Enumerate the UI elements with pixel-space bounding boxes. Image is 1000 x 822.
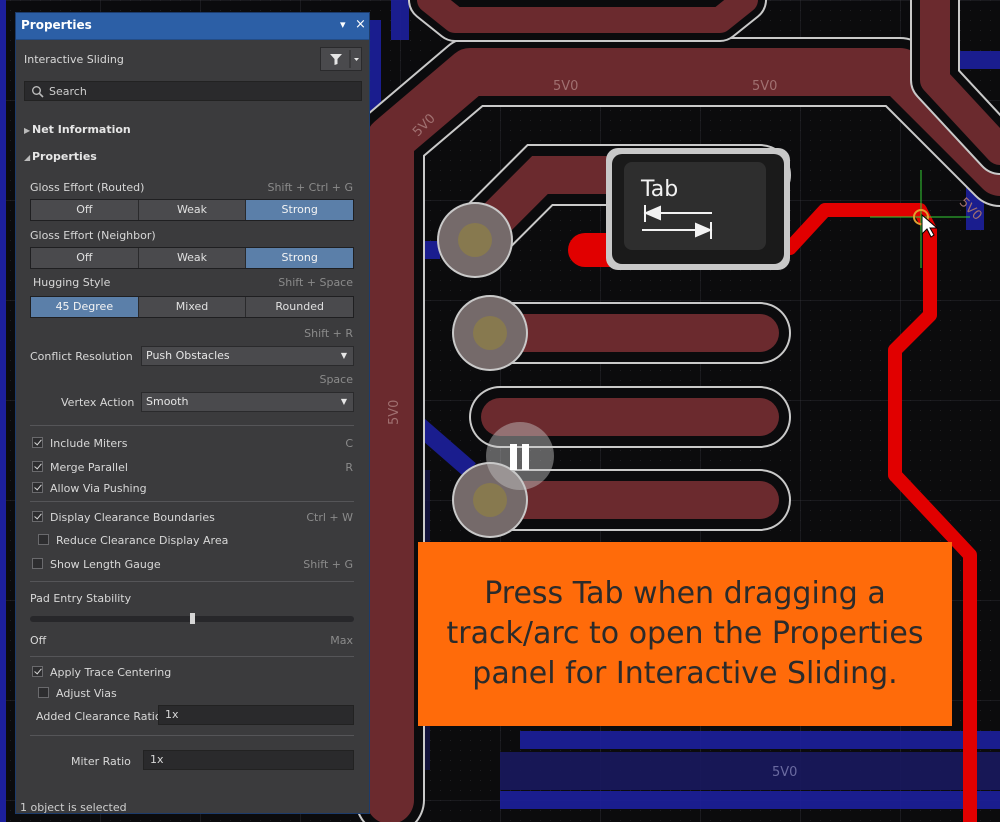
hugging-style-selector: 45 Degree Mixed Rounded xyxy=(30,296,354,318)
display-clearance-shortcut: Ctrl + W xyxy=(306,511,353,524)
miter-ratio-label: Miter Ratio xyxy=(71,755,131,768)
gloss-routed-selector: Off Weak Strong xyxy=(30,199,354,221)
status-bar: 1 object is selected xyxy=(20,801,127,814)
close-icon[interactable]: × xyxy=(355,17,366,32)
apply-trace-centering-checkbox[interactable] xyxy=(32,666,43,677)
expand-arrow-icon: ▶ xyxy=(24,126,31,135)
pad-entry-slider[interactable] xyxy=(30,613,354,624)
vertex-action-dropdown[interactable]: Smooth ▼ xyxy=(141,392,354,412)
net-label: 5V0 xyxy=(772,765,797,780)
tab-key-label: Tab xyxy=(640,177,678,202)
properties-panel: Properties ▾ × Interactive Sliding ▶Net … xyxy=(15,12,370,814)
section-label: Properties xyxy=(32,150,97,163)
added-clearance-input[interactable]: 1x xyxy=(158,705,354,725)
show-length-gauge-checkbox[interactable] xyxy=(32,558,43,569)
display-clearance-label: Display Clearance Boundaries xyxy=(50,511,215,524)
merge-parallel-shortcut: R xyxy=(345,461,353,474)
show-length-gauge-shortcut: Shift + G xyxy=(303,558,353,571)
net-label: 5V0 xyxy=(387,400,402,425)
include-miters-label: Include Miters xyxy=(50,437,128,450)
reduce-clearance-label: Reduce Clearance Display Area xyxy=(56,534,229,547)
net-label: 5V0 xyxy=(752,79,777,94)
search-input[interactable] xyxy=(49,84,349,98)
show-length-gauge-label: Show Length Gauge xyxy=(50,558,161,571)
section-label: Net Information xyxy=(32,123,131,136)
search-box[interactable] xyxy=(24,81,362,101)
bottom-layer-region xyxy=(500,752,1000,790)
callout-text: Press Tab when dragging a track/arc to o… xyxy=(446,576,924,691)
allow-via-pushing-label: Allow Via Pushing xyxy=(50,482,147,495)
include-miters-checkbox[interactable] xyxy=(32,437,43,448)
gloss-routed-weak[interactable]: Weak xyxy=(138,200,247,220)
allow-via-pushing-checkbox[interactable] xyxy=(32,482,43,493)
panel-titlebar[interactable]: Properties ▾ × xyxy=(16,13,369,40)
gloss-neighbor-label: Gloss Effort (Neighbor) xyxy=(30,229,156,242)
net-label: 5V0 xyxy=(553,79,578,94)
hugging-style-label: Hugging Style xyxy=(33,276,111,289)
gloss-routed-label: Gloss Effort (Routed) xyxy=(30,181,145,194)
pad-entry-label: Pad Entry Stability xyxy=(30,592,132,605)
dropdown-arrow-icon: ▼ xyxy=(340,351,347,360)
section-properties[interactable]: ◢ Properties xyxy=(24,150,97,163)
filter-button[interactable] xyxy=(320,47,362,71)
gloss-routed-strong[interactable]: Strong xyxy=(246,200,354,220)
vertex-shortcut: Space xyxy=(319,373,353,386)
gloss-neighbor-off[interactable]: Off xyxy=(31,248,139,268)
divider xyxy=(30,581,354,582)
include-miters-shortcut: C xyxy=(345,437,353,450)
divider xyxy=(30,735,354,736)
chevron-down-icon xyxy=(354,58,359,61)
collapse-arrow-icon: ◢ xyxy=(24,153,31,162)
reduce-clearance-checkbox[interactable] xyxy=(38,534,49,545)
merge-parallel-label: Merge Parallel xyxy=(50,461,128,474)
hugging-mixed[interactable]: Mixed xyxy=(138,297,247,317)
conflict-resolution-label: Conflict Resolution xyxy=(30,350,133,363)
dropdown-value: Push Obstacles xyxy=(146,349,230,362)
gloss-routed-off[interactable]: Off xyxy=(31,200,139,220)
search-icon xyxy=(32,86,44,98)
panel-title: Properties xyxy=(21,18,92,32)
dropdown-arrow-icon: ▼ xyxy=(340,397,347,406)
hugging-45-degree[interactable]: 45 Degree xyxy=(31,297,139,317)
conflict-shortcut: Shift + R xyxy=(304,327,353,340)
section-net-information[interactable]: ▶ Net Information xyxy=(24,123,131,136)
panel-mode-label: Interactive Sliding xyxy=(24,53,124,66)
vertex-action-label: Vertex Action xyxy=(61,396,135,409)
slider-min-label: Off xyxy=(30,634,47,647)
gloss-routed-shortcut: Shift + Ctrl + G xyxy=(267,181,353,194)
tutorial-callout: Press Tab when dragging a track/arc to o… xyxy=(418,542,952,726)
slider-thumb[interactable] xyxy=(190,613,195,624)
display-clearance-checkbox[interactable] xyxy=(32,511,43,522)
merge-parallel-checkbox[interactable] xyxy=(32,461,43,472)
pause-button[interactable] xyxy=(486,422,554,490)
gloss-neighbor-weak[interactable]: Weak xyxy=(138,248,247,268)
conflict-resolution-dropdown[interactable]: Push Obstacles ▼ xyxy=(141,346,354,366)
divider xyxy=(30,656,354,657)
apply-trace-centering-label: Apply Trace Centering xyxy=(50,666,172,679)
tab-key-icon: Tab xyxy=(606,148,790,270)
hugging-rounded[interactable]: Rounded xyxy=(246,297,354,317)
gloss-neighbor-strong[interactable]: Strong xyxy=(246,248,354,268)
added-clearance-label: Added Clearance Ratio xyxy=(36,710,162,723)
adjust-vias-label: Adjust Vias xyxy=(56,687,117,700)
adjust-vias-checkbox[interactable] xyxy=(38,687,49,698)
filter-icon xyxy=(330,54,342,65)
miter-ratio-input[interactable]: 1x xyxy=(143,750,354,770)
divider xyxy=(30,425,354,426)
slider-max-label: Max xyxy=(330,634,353,647)
gloss-neighbor-selector: Off Weak Strong xyxy=(30,247,354,269)
hugging-style-shortcut: Shift + Space xyxy=(278,276,353,289)
divider xyxy=(30,501,354,502)
panel-menu-icon[interactable]: ▾ xyxy=(340,18,346,31)
dropdown-value: Smooth xyxy=(146,395,189,408)
